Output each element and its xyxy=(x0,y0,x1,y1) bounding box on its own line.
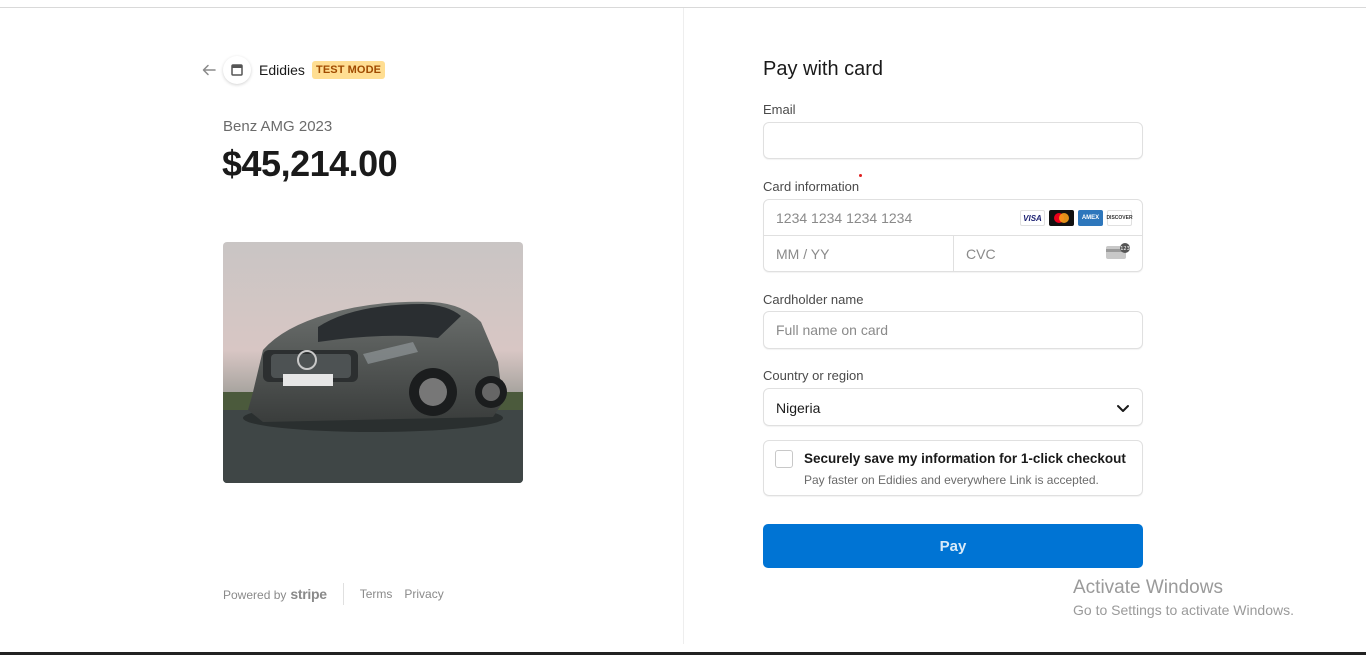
powered-by: Powered by stripe xyxy=(223,586,327,602)
product-name: Benz AMG 2023 xyxy=(223,118,333,135)
cvc-card-icon: 123 xyxy=(1106,243,1130,264)
chevron-down-icon xyxy=(1116,401,1130,415)
save-info-title: Securely save my information for 1-click… xyxy=(804,451,1126,466)
pay-button[interactable]: Pay xyxy=(763,524,1143,568)
card-brands: VISA AMEX DISCOVER xyxy=(1020,210,1133,226)
mastercard-icon xyxy=(1049,210,1074,226)
amex-icon: AMEX xyxy=(1078,210,1103,226)
footer-separator xyxy=(342,583,344,605)
watermark-title: Activate Windows xyxy=(1073,577,1223,598)
pane-divider xyxy=(683,8,684,644)
save-info-checkbox[interactable] xyxy=(775,450,793,468)
visa-icon: VISA xyxy=(1020,210,1045,226)
windows-activation-watermark: Activate Windows Go to Settings to activ… xyxy=(1073,577,1294,618)
email-label: Email xyxy=(763,102,796,117)
privacy-link[interactable]: Privacy xyxy=(404,587,443,601)
footer: Powered by stripe Terms Privacy xyxy=(223,583,456,605)
email-field[interactable] xyxy=(763,122,1143,159)
merchant-name: Edidies xyxy=(259,62,305,78)
storefront-icon xyxy=(223,56,251,84)
powered-by-text: Powered by xyxy=(223,588,287,602)
product-price: $45,214.00 xyxy=(222,143,398,184)
save-info-box: Securely save my information for 1-click… xyxy=(763,440,1143,496)
required-indicator xyxy=(859,174,862,177)
arrow-left-icon[interactable] xyxy=(200,61,218,79)
form-title: Pay with card xyxy=(763,58,884,80)
expiry-input[interactable] xyxy=(764,236,954,272)
country-label: Country or region xyxy=(763,368,864,383)
cardholder-label: Cardholder name xyxy=(763,292,864,307)
card-info-label: Card information xyxy=(763,179,860,194)
terms-link[interactable]: Terms xyxy=(360,587,393,601)
save-info-subtitle: Pay faster on Edidies and everywhere Lin… xyxy=(804,473,1099,487)
country-select[interactable]: Nigeria xyxy=(763,388,1143,426)
discover-icon: DISCOVER xyxy=(1106,210,1133,226)
pay-button-label: Pay xyxy=(939,537,967,555)
card-info-group: VISA AMEX DISCOVER 123 xyxy=(763,199,1143,272)
watermark-subtitle: Go to Settings to activate Windows. xyxy=(1073,602,1294,618)
svg-text:123: 123 xyxy=(1120,246,1130,252)
product-image xyxy=(223,242,523,483)
test-mode-badge: TEST MODE xyxy=(312,61,386,79)
country-value: Nigeria xyxy=(776,400,821,416)
cardholder-name-field[interactable] xyxy=(763,311,1143,349)
stripe-logo[interactable]: stripe xyxy=(290,586,327,602)
